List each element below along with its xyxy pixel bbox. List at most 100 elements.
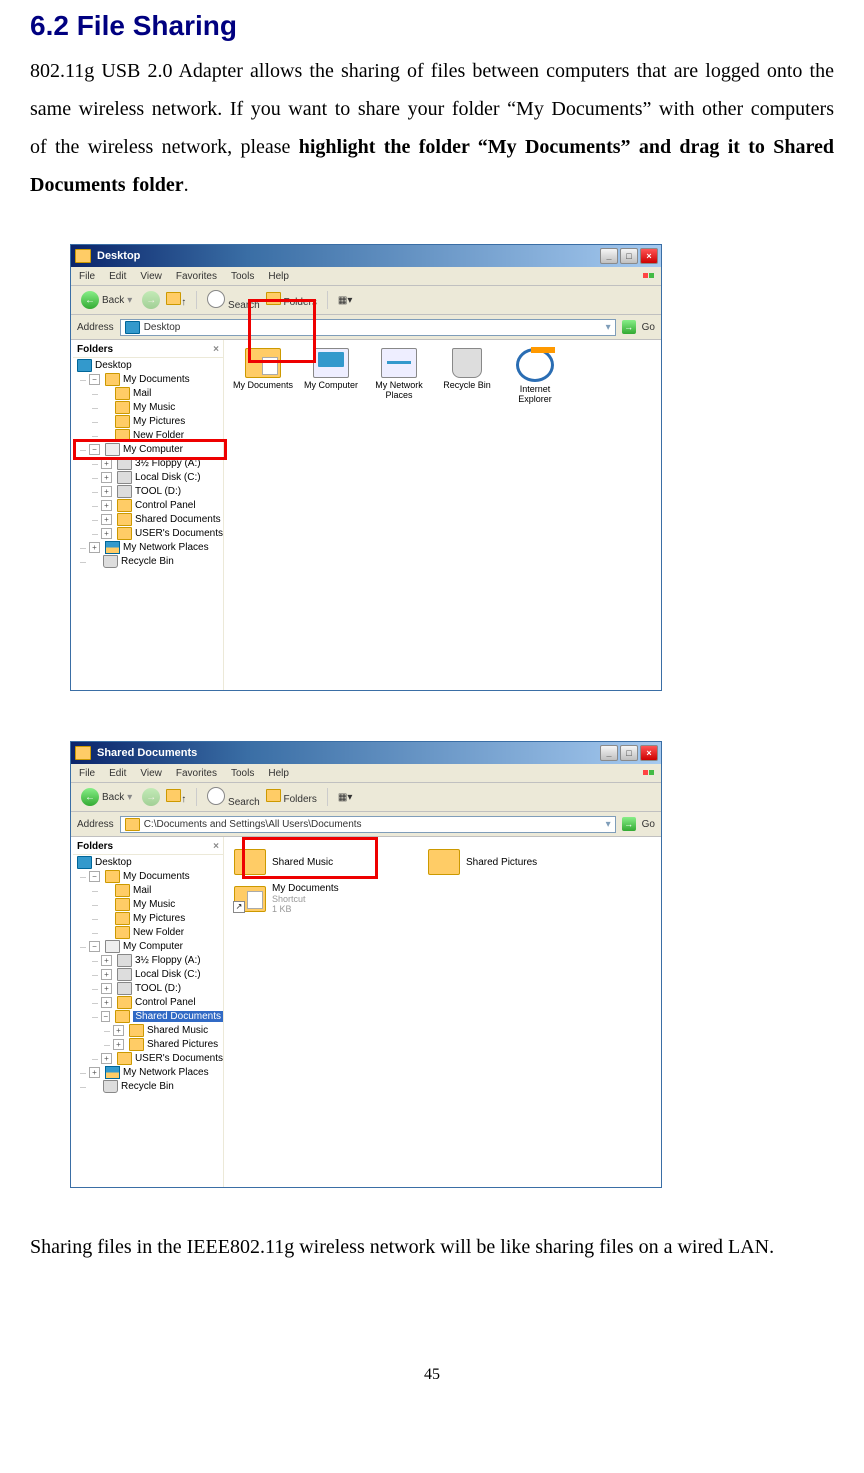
go-button[interactable]: → [622,817,636,831]
titlebar[interactable]: Shared Documents _ □ × [71,742,661,764]
search-button[interactable]: Search [207,290,259,311]
tree-music[interactable]: My Music [101,401,223,414]
close-sidebar-button[interactable]: × [213,841,219,852]
menu-file[interactable]: File [79,768,95,779]
search-button[interactable]: Search [207,787,259,808]
tree-shareddocs[interactable]: +Shared Documents [101,513,223,526]
go-button[interactable]: → [622,320,636,334]
folders-button[interactable]: Folders [266,789,317,805]
views-button[interactable]: ▦▾ [338,792,352,803]
tree-desktop[interactable]: Desktop [77,359,223,372]
address-label: Address [77,322,114,333]
tree-userdocs[interactable]: +USER's Documents [101,527,223,540]
item-sharedpictures[interactable]: Shared Pictures [426,845,600,879]
item-recyclebin[interactable]: Recycle Bin [436,348,498,404]
tree-sharedpictures[interactable]: +Shared Pictures [113,1038,223,1051]
menu-bar: File Edit View Favorites Tools Help [71,764,661,783]
tree-floppy[interactable]: +3½ Floppy (A:) [101,457,223,470]
tree-music[interactable]: My Music [101,898,223,911]
tree-controlpanel[interactable]: +Control Panel [101,996,223,1009]
item-label: Shared Music [272,857,333,868]
menu-tools[interactable]: Tools [231,768,254,779]
close-sidebar-button[interactable]: × [213,344,219,355]
item-mycomputer[interactable]: My Computer [300,348,362,404]
tree-mydocuments[interactable]: −My Documents [89,870,223,883]
titlebar[interactable]: Desktop _ □ × [71,245,661,267]
views-button[interactable]: ▦▾ [338,295,352,306]
winxp-logo-icon [639,764,657,780]
tree-userdocs[interactable]: +USER's Documents [101,1052,223,1065]
minimize-button[interactable]: _ [600,248,618,264]
back-button[interactable]: ← Back ▾ [77,787,136,807]
item-label: My Documents [233,380,293,390]
maximize-button[interactable]: □ [620,248,638,264]
tree-mail[interactable]: Mail [101,387,223,400]
minimize-button[interactable]: _ [600,745,618,761]
tree-localc[interactable]: +Local Disk (C:) [101,968,223,981]
back-button[interactable]: ← Back ▾ [77,290,136,310]
window-title: Desktop [97,250,140,262]
item-ie[interactable]: Internet Explorer [504,348,566,404]
folder-tree[interactable]: Desktop −My Documents Mail My Music My P… [73,856,223,1093]
tree-desktop[interactable]: Desktop [77,856,223,869]
tree-newfolder[interactable]: New Folder [101,429,223,442]
folder-icon [125,818,140,831]
ie-icon [516,348,554,382]
folder-icon [234,849,266,875]
folders-button[interactable]: Folders [266,292,317,308]
recycle-icon [452,348,482,378]
back-label: Back [102,792,124,803]
folder-icon [75,746,91,760]
folder-tree[interactable]: Desktop −My Documents Mail My Music My P… [73,359,223,568]
menu-help[interactable]: Help [268,768,289,779]
tree-localc[interactable]: +Local Disk (C:) [101,471,223,484]
menu-view[interactable]: View [140,768,162,779]
menu-help[interactable]: Help [268,271,289,282]
item-mydocuments[interactable]: My Documents [232,348,294,404]
maximize-button[interactable]: □ [620,745,638,761]
menu-edit[interactable]: Edit [109,271,126,282]
item-networkplaces[interactable]: My Network Places [368,348,430,404]
tree-mycomputer[interactable]: −My Computer [89,940,223,953]
forward-button[interactable]: → [142,291,160,309]
menu-file[interactable]: File [79,271,95,282]
menu-favorites[interactable]: Favorites [176,271,217,282]
folders-sidebar: Folders× Desktop −My Documents Mail My M… [71,837,224,1187]
tree-networkplaces[interactable]: +My Network Places [89,1066,223,1079]
tree-sharedmusic[interactable]: +Shared Music [113,1024,223,1037]
menu-favorites[interactable]: Favorites [176,768,217,779]
close-button[interactable]: × [640,248,658,264]
tree-toold[interactable]: +TOOL (D:) [101,485,223,498]
tree-toold[interactable]: +TOOL (D:) [101,982,223,995]
tree-networkplaces[interactable]: +My Network Places [89,541,223,554]
forward-button[interactable]: → [142,788,160,806]
tree-shareddocs[interactable]: −Shared Documents [101,1010,223,1023]
item-label: Shared Pictures [466,857,537,868]
tree-mydocuments[interactable]: −My Documents [89,373,223,386]
desktop-icon [125,321,140,334]
up-button[interactable]: ↑ [166,292,186,308]
menu-edit[interactable]: Edit [109,768,126,779]
tree-pictures[interactable]: My Pictures [101,415,223,428]
menu-view[interactable]: View [140,271,162,282]
item-label: Recycle Bin [443,380,491,390]
address-input[interactable]: C:\Documents and Settings\All Users\Docu… [120,816,616,833]
tree-recyclebin[interactable]: Recycle Bin [89,555,223,568]
menu-tools[interactable]: Tools [231,271,254,282]
tree-mycomputer[interactable]: −My Computer [89,443,223,456]
item-size: 1 KB [272,904,339,914]
close-button[interactable]: × [640,745,658,761]
tree-pictures[interactable]: My Pictures [101,912,223,925]
tree-mail[interactable]: Mail [101,884,223,897]
item-sharedmusic[interactable]: Shared Music [232,845,406,879]
tree-floppy[interactable]: +3½ Floppy (A:) [101,954,223,967]
up-button[interactable]: ↑ [166,789,186,805]
content-pane[interactable]: My Documents My Computer My Network Plac… [224,340,661,690]
tree-recyclebin[interactable]: Recycle Bin [89,1080,223,1093]
address-input[interactable]: Desktop ▾ [120,319,616,336]
address-label: Address [77,819,114,830]
item-mydocuments-shortcut[interactable]: ↗ My Documents Shortcut 1 KB [232,879,406,918]
tree-newfolder[interactable]: New Folder [101,926,223,939]
tree-controlpanel[interactable]: +Control Panel [101,499,223,512]
content-pane[interactable]: Shared Music Shared Pictures ↗ My Docume… [224,837,661,1187]
